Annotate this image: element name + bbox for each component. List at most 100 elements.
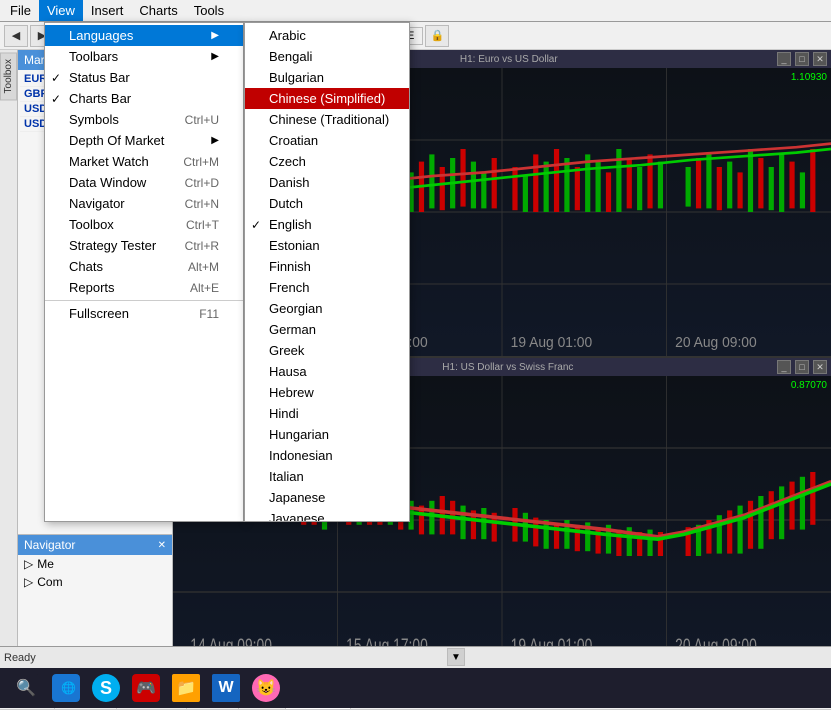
marketwatch-shortcut: Ctrl+M bbox=[163, 155, 219, 169]
view-menu-chartsbar-label: Charts Bar bbox=[69, 91, 131, 106]
nav-item-com[interactable]: ▷ Com bbox=[18, 573, 172, 591]
lang-french[interactable]: French bbox=[245, 277, 409, 298]
lang-estonian[interactable]: Estonian bbox=[245, 235, 409, 256]
left-toolbox-strip: Toolbox bbox=[0, 50, 18, 686]
chart-usdchf-max[interactable]: □ bbox=[795, 360, 809, 374]
toolbox-shortcut: Ctrl+T bbox=[166, 218, 219, 232]
english-checkmark: ✓ bbox=[251, 218, 261, 232]
view-menu-statusbar[interactable]: ✓ Status Bar bbox=[45, 67, 243, 88]
status-bar: Ready bbox=[0, 646, 831, 668]
navigator-close[interactable]: ✕ bbox=[158, 540, 166, 551]
view-menu-toolbars[interactable]: Toolbars ▶ bbox=[45, 46, 243, 67]
toolbox-tab[interactable]: Toolbox bbox=[0, 52, 17, 100]
view-menu-symbols[interactable]: Symbols Ctrl+U bbox=[45, 109, 243, 130]
view-menu-languages[interactable]: Languages ▶ bbox=[45, 25, 243, 46]
lang-hebrew[interactable]: Hebrew bbox=[245, 382, 409, 403]
menu-file[interactable]: File bbox=[2, 0, 39, 21]
navigator-header: Navigator ✕ bbox=[18, 535, 172, 555]
taskbar-explorer[interactable]: 🌐 bbox=[48, 672, 84, 704]
chart-eurusd-max[interactable]: □ bbox=[795, 52, 809, 66]
view-menu-datawindow[interactable]: Data Window Ctrl+D bbox=[45, 172, 243, 193]
lang-bulgarian[interactable]: Bulgarian bbox=[245, 67, 409, 88]
menu-tools[interactable]: Tools bbox=[186, 0, 232, 21]
view-menu-datawindow-label: Data Window bbox=[69, 175, 146, 190]
taskbar-word[interactable]: W bbox=[208, 672, 244, 704]
lang-chinese-simplified[interactable]: Chinese (Simplified) bbox=[245, 88, 409, 109]
taskbar: 🔍 🌐 S 🎮 📁 W 😺 bbox=[0, 668, 831, 708]
view-menu-marketwatch[interactable]: Market Watch Ctrl+M bbox=[45, 151, 243, 172]
lang-hindi[interactable]: Hindi bbox=[245, 403, 409, 424]
view-menu-navigator[interactable]: Navigator Ctrl+N bbox=[45, 193, 243, 214]
chart-usdchf-min[interactable]: _ bbox=[777, 360, 791, 374]
toolbar-lock[interactable]: 🔒 bbox=[425, 25, 449, 47]
search-icon: 🔍 bbox=[12, 674, 40, 702]
word-icon: W bbox=[212, 674, 240, 702]
selected-arrow bbox=[409, 93, 410, 105]
view-menu-chartsbar[interactable]: ✓ Charts Bar bbox=[45, 88, 243, 109]
menu-bar: File View Insert Charts Tools bbox=[0, 0, 831, 22]
chart-eurusd-close[interactable]: ✕ bbox=[813, 52, 827, 66]
menu-insert[interactable]: Insert bbox=[83, 0, 132, 21]
lang-bengali[interactable]: Bengali bbox=[245, 46, 409, 67]
chart-usdchf-close[interactable]: ✕ bbox=[813, 360, 827, 374]
lang-japanese[interactable]: Japanese bbox=[245, 487, 409, 508]
lang-hausa[interactable]: Hausa bbox=[245, 361, 409, 382]
view-menu-strategy-label: Strategy Tester bbox=[69, 238, 156, 253]
lang-german[interactable]: German bbox=[245, 319, 409, 340]
nav-arrow-com: ▷ bbox=[24, 575, 33, 589]
lang-scroll-down[interactable]: ▼ bbox=[447, 648, 465, 666]
view-menu-chats[interactable]: Chats Alt+M bbox=[45, 256, 243, 277]
view-menu: Languages ▶ Toolbars ▶ ✓ Status Bar ✓ Ch… bbox=[44, 22, 244, 522]
languages-submenu: Arabic Bengali Bulgarian Chinese (Simpli… bbox=[244, 22, 410, 522]
taskbar-cat[interactable]: 😺 bbox=[248, 672, 284, 704]
chart-usdchf-controls: _ □ ✕ bbox=[777, 360, 827, 374]
lang-croatian[interactable]: Croatian bbox=[245, 130, 409, 151]
view-menu-statusbar-label: Status Bar bbox=[69, 70, 130, 85]
scroll-down-icon: ▼ bbox=[451, 652, 461, 663]
chart-eurusd-min[interactable]: _ bbox=[777, 52, 791, 66]
fullscreen-shortcut: F11 bbox=[179, 307, 219, 321]
view-menu-fullscreen[interactable]: Fullscreen F11 bbox=[45, 303, 243, 324]
chart-usdchf-price: 0.87070 bbox=[791, 380, 827, 391]
lang-finnish[interactable]: Finnish bbox=[245, 256, 409, 277]
languages-arrow: ▶ bbox=[211, 30, 219, 41]
taskbar-game[interactable]: 🎮 bbox=[128, 672, 164, 704]
lang-chinese-simplified-wrap: Chinese (Simplified) bbox=[245, 88, 409, 109]
view-menu-depth[interactable]: Depth Of Market ▶ bbox=[45, 130, 243, 151]
navigator-panel: Navigator ✕ ▷ Me ▷ Com bbox=[18, 535, 172, 655]
view-menu-chats-label: Chats bbox=[69, 259, 103, 274]
lang-arabic[interactable]: Arabic bbox=[245, 25, 409, 46]
view-menu-reports-label: Reports bbox=[69, 280, 115, 295]
lang-dutch[interactable]: Dutch bbox=[245, 193, 409, 214]
taskbar-folder[interactable]: 📁 bbox=[168, 672, 204, 704]
lang-italian[interactable]: Italian bbox=[245, 466, 409, 487]
view-menu-strategy[interactable]: Strategy Tester Ctrl+R bbox=[45, 235, 243, 256]
view-menu-toolbox[interactable]: Toolbox Ctrl+T bbox=[45, 214, 243, 235]
lang-hungarian[interactable]: Hungarian bbox=[245, 424, 409, 445]
lang-indonesian[interactable]: Indonesian bbox=[245, 445, 409, 466]
lang-greek[interactable]: Greek bbox=[245, 340, 409, 361]
lang-georgian[interactable]: Georgian bbox=[245, 298, 409, 319]
view-menu-reports[interactable]: Reports Alt+E bbox=[45, 277, 243, 298]
statusbar-check: ✓ bbox=[51, 71, 61, 85]
view-menu-languages-label: Languages bbox=[69, 28, 133, 43]
taskbar-skype[interactable]: S bbox=[88, 672, 124, 704]
menu-charts[interactable]: Charts bbox=[131, 0, 185, 21]
lang-chinese-traditional[interactable]: Chinese (Traditional) bbox=[245, 109, 409, 130]
folder-icon: 📁 bbox=[172, 674, 200, 702]
taskbar-search[interactable]: 🔍 bbox=[8, 672, 44, 704]
menu-view[interactable]: View bbox=[39, 0, 83, 21]
strategy-shortcut: Ctrl+R bbox=[165, 239, 219, 253]
view-menu-toolbox-label: Toolbox bbox=[69, 217, 114, 232]
svg-text:19 Aug 01:00: 19 Aug 01:00 bbox=[511, 334, 593, 350]
lang-danish[interactable]: Danish bbox=[245, 172, 409, 193]
chartsbar-check: ✓ bbox=[51, 92, 61, 106]
nav-arrow-me: ▷ bbox=[24, 557, 33, 571]
lang-javanese[interactable]: Javanese bbox=[245, 508, 409, 522]
lang-english[interactable]: English bbox=[245, 214, 409, 235]
lang-czech[interactable]: Czech bbox=[245, 151, 409, 172]
toolbar-back[interactable]: ◀ bbox=[4, 25, 28, 47]
nav-item-me[interactable]: ▷ Me bbox=[18, 555, 172, 573]
view-sep bbox=[45, 300, 243, 301]
chart-eurusd-controls: _ □ ✕ bbox=[777, 52, 827, 66]
